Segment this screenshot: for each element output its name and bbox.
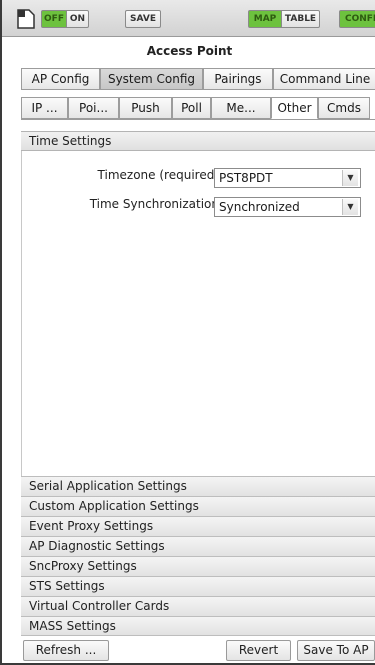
- time-sync-label: Time Synchronization: [89, 197, 219, 211]
- serial-application-settings-header[interactable]: Serial Application Settings: [21, 476, 375, 496]
- map-view-button[interactable]: MAP: [248, 10, 282, 28]
- chevron-down-icon[interactable]: ▼: [342, 170, 358, 186]
- config-button[interactable]: CONFIG: [339, 10, 375, 28]
- time-settings-header[interactable]: Time Settings: [21, 131, 375, 151]
- timezone-label: Timezone (required): [97, 168, 219, 182]
- new-document-icon[interactable]: [17, 9, 35, 29]
- sts-settings-header[interactable]: STS Settings: [21, 576, 375, 596]
- tab-command-line[interactable]: Command Line: [273, 68, 375, 90]
- sncproxy-settings-header[interactable]: SncProxy Settings: [21, 556, 375, 576]
- subtab-push[interactable]: Push: [119, 97, 172, 119]
- save-to-ap-button[interactable]: Save To AP: [297, 640, 375, 661]
- virtual-controller-cards-header[interactable]: Virtual Controller Cards: [21, 596, 375, 616]
- subtab-poi[interactable]: Poi...: [68, 97, 119, 119]
- mass-settings-header[interactable]: MASS Settings: [21, 616, 375, 636]
- chevron-down-icon[interactable]: ▼: [342, 199, 358, 215]
- time-sync-select[interactable]: Synchronized ▼: [214, 197, 361, 217]
- subtab-ip[interactable]: IP ...: [21, 97, 68, 119]
- ap-diagnostic-settings-header[interactable]: AP Diagnostic Settings: [21, 536, 375, 556]
- app-frame: OFF ON SAVE MAP TABLE CONFIG Access Poin…: [0, 0, 375, 665]
- time-sync-value: Synchronized: [219, 200, 300, 214]
- subtab-poll[interactable]: Poll: [172, 97, 211, 119]
- top-toolbar: OFF ON SAVE MAP TABLE CONFIG: [2, 0, 375, 37]
- custom-application-settings-header[interactable]: Custom Application Settings: [21, 496, 375, 516]
- subtab-me[interactable]: Me...: [211, 97, 271, 119]
- page-title: Access Point: [146, 44, 233, 58]
- refresh-button[interactable]: Refresh ...: [23, 640, 109, 661]
- tab-ap-config[interactable]: AP Config: [21, 68, 100, 90]
- tab-pairings[interactable]: Pairings: [203, 68, 273, 90]
- timezone-value: PST8PDT: [219, 171, 273, 185]
- off-toggle[interactable]: OFF: [41, 10, 66, 28]
- timezone-select[interactable]: PST8PDT ▼: [214, 168, 361, 188]
- subtab-cmds[interactable]: Cmds: [318, 97, 370, 119]
- subtab-other[interactable]: Other: [271, 97, 318, 119]
- tab-panel-border: [21, 119, 375, 120]
- revert-button[interactable]: Revert: [226, 640, 291, 661]
- save-button[interactable]: SAVE: [125, 10, 161, 28]
- table-view-button[interactable]: TABLE: [282, 10, 320, 28]
- event-proxy-settings-header[interactable]: Event Proxy Settings: [21, 516, 375, 536]
- tab-system-config[interactable]: System Config: [100, 68, 203, 90]
- on-toggle[interactable]: ON: [66, 10, 89, 28]
- time-settings-panel: Timezone (required) PST8PDT ▼ Time Synch…: [21, 151, 375, 476]
